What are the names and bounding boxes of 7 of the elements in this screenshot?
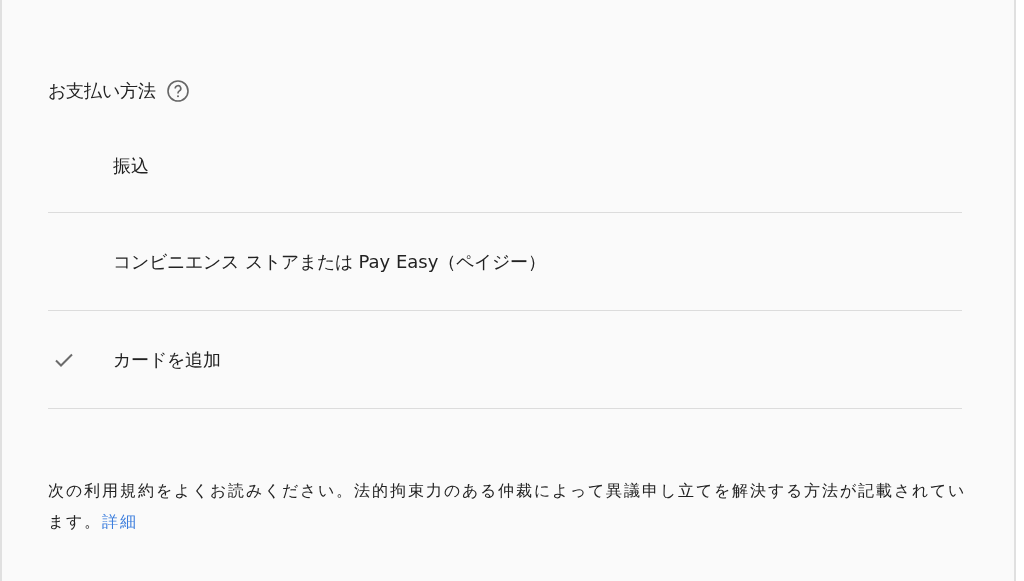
- details-link[interactable]: 詳細: [102, 512, 138, 531]
- section-title: お支払い方法: [48, 79, 156, 103]
- payment-option[interactable]: 振込: [48, 116, 962, 213]
- payment-option[interactable]: カードを追加: [48, 311, 962, 409]
- help-icon[interactable]: [166, 79, 190, 103]
- payment-option[interactable]: コンビニエンス ストアまたは Pay Easy（ペイジー）: [48, 213, 962, 311]
- terms-notice: 次の利用規約をよくお読みください。法的拘束力のある仲裁によって異議申し立てを解決する方法が記載されています。詳細: [48, 480, 967, 533]
